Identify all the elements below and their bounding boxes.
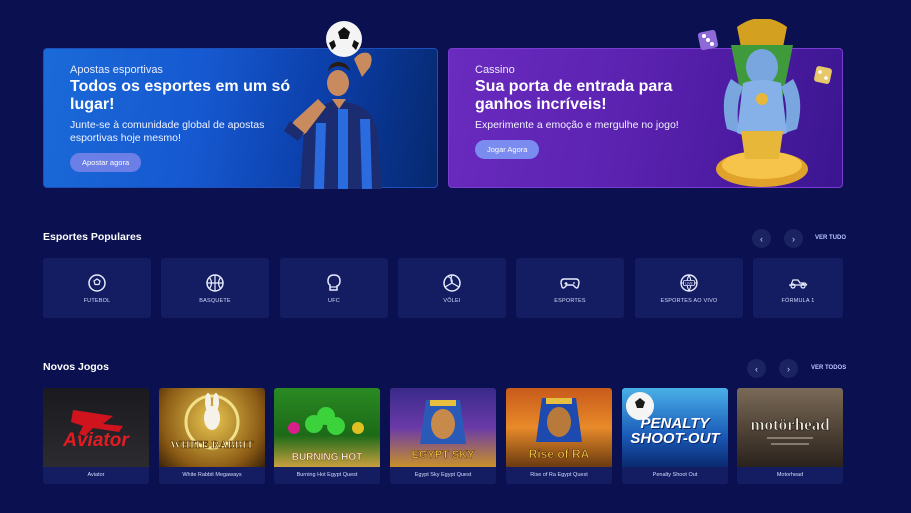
chevron-right-icon: › xyxy=(787,363,790,374)
play-now-button[interactable]: Jogar Agora xyxy=(475,140,540,159)
casino-banner-text: Cassino Sua porta de entrada para ganhos… xyxy=(475,64,705,159)
sport-label: ESPORTES AO VIVO xyxy=(660,297,718,304)
sport-tile-esportes-ao-vivo[interactable]: LIVE ESPORTES AO VIVO xyxy=(635,258,743,318)
sports-next-button[interactable]: › xyxy=(784,229,803,248)
game-tile-aviator[interactable]: Aviator Aviator xyxy=(43,388,149,484)
game-tile-burning-hot[interactable]: BURNING HOT Burning Hot Egypt Quest xyxy=(274,388,380,484)
sport-tile-esportes[interactable]: ESPORTES xyxy=(516,258,624,318)
game-tile-motorhead[interactable]: motörhead Motorhead xyxy=(737,388,843,484)
sports-see-all-link[interactable]: VER TUDO xyxy=(815,235,846,241)
white-rabbit-logo-text: WHITE RABBIT xyxy=(170,439,254,451)
boxing-glove-icon xyxy=(327,273,341,291)
motorhead-thumbnail: motörhead xyxy=(737,388,843,467)
chevron-left-icon: ‹ xyxy=(760,233,763,244)
svg-text:LIVE: LIVE xyxy=(685,281,693,285)
game-label: White Rabbit Megaways xyxy=(182,472,242,478)
motorhead-logo-text: motörhead xyxy=(750,415,830,434)
chevron-left-icon: ‹ xyxy=(755,363,758,374)
sport-label: FÓRMULA 1 xyxy=(781,297,815,304)
soccer-player-illustration xyxy=(284,21,382,189)
egypt-sky-thumbnail: EGYPT SKY xyxy=(390,388,496,467)
game-tile-white-rabbit[interactable]: WHITE RABBIT White Rabbit Megaways xyxy=(159,388,265,484)
games-prev-button[interactable]: ‹ xyxy=(747,359,766,378)
sport-label: BASQUETE xyxy=(199,297,231,304)
airplane-icon: Aviator xyxy=(62,410,130,451)
sport-label: UFC xyxy=(328,297,340,304)
penalty-shoot-out-thumbnail: PENALTY SHOOT-OUT xyxy=(622,388,728,467)
game-tile-rise-of-ra[interactable]: Rise of RA Rise of Ra Egypt Quest xyxy=(506,388,612,484)
aviator-thumbnail: Aviator xyxy=(43,388,149,467)
burning-hot-thumbnail: BURNING HOT xyxy=(274,388,380,467)
new-games-title: Novos Jogos xyxy=(43,361,109,373)
aviator-logo-text: Aviator xyxy=(62,430,130,451)
sport-label: FUTEBOL xyxy=(83,297,111,304)
white-rabbit-thumbnail: WHITE RABBIT xyxy=(159,388,265,467)
casino-banner-description: Experimente a emoção e mergulhe no jogo! xyxy=(475,119,679,131)
sport-tile-basquete[interactable]: BASQUETE xyxy=(161,258,269,318)
f1-car-icon xyxy=(789,278,808,289)
volleyball-icon xyxy=(443,273,461,292)
penalty-logo-text: PENALTY SHOOT-OUT xyxy=(630,416,720,447)
pharaoh-illustration xyxy=(697,19,832,187)
sports-betting-banner[interactable]: Apostas esportivas Todos os esportes em … xyxy=(43,21,438,189)
gamepad-icon xyxy=(560,277,580,289)
sport-label: VÔLEI xyxy=(443,297,461,304)
rise-of-ra-logo-text: Rise of RA xyxy=(529,447,590,461)
sport-tile-formula-1[interactable]: FÓRMULA 1 xyxy=(753,258,843,318)
game-label: Rise of Ra Egypt Quest xyxy=(530,472,588,478)
casino-banner[interactable]: Cassino Sua porta de entrada para ganhos… xyxy=(448,19,843,188)
game-tile-penalty-shoot-out[interactable]: PENALTY SHOOT-OUT Penalty Shoot Out xyxy=(622,388,728,484)
casino-banner-category: Cassino xyxy=(475,64,515,76)
live-globe-icon: LIVE xyxy=(680,273,698,292)
popular-sports-title: Esportes Populares xyxy=(43,231,142,243)
sport-tile-ufc[interactable]: UFC xyxy=(280,258,388,318)
game-label: Motorhead xyxy=(776,472,804,478)
chevron-right-icon: › xyxy=(792,233,795,244)
basketball-icon xyxy=(206,273,224,292)
games-see-all-link[interactable]: VER TODOS xyxy=(811,365,846,371)
sport-tile-volei[interactable]: VÔLEI xyxy=(398,258,506,318)
casino-banner-title: Sua porta de entrada para ganhos incríve… xyxy=(475,78,673,113)
sport-tile-futebol[interactable]: FUTEBOL xyxy=(43,258,151,318)
rise-of-ra-thumbnail: Rise of RA xyxy=(506,388,612,467)
sports-prev-button[interactable]: ‹ xyxy=(752,229,771,248)
game-label: Burning Hot Egypt Quest xyxy=(296,472,358,478)
bet-now-button[interactable]: Apostar agora xyxy=(70,153,142,172)
game-label: Egypt Sky Egypt Quest xyxy=(414,472,472,478)
soccer-ball-icon xyxy=(88,273,106,292)
game-tile-egypt-sky[interactable]: EGYPT SKY Egypt Sky Egypt Quest xyxy=(390,388,496,484)
burning-hot-logo-text: BURNING HOT xyxy=(292,452,363,463)
sport-label: ESPORTES xyxy=(554,297,586,304)
game-label: Penalty Shoot Out xyxy=(652,472,698,478)
game-label: Aviator xyxy=(87,472,105,478)
games-next-button[interactable]: › xyxy=(779,359,798,378)
egypt-sky-logo-text: EGYPT SKY xyxy=(412,449,476,461)
